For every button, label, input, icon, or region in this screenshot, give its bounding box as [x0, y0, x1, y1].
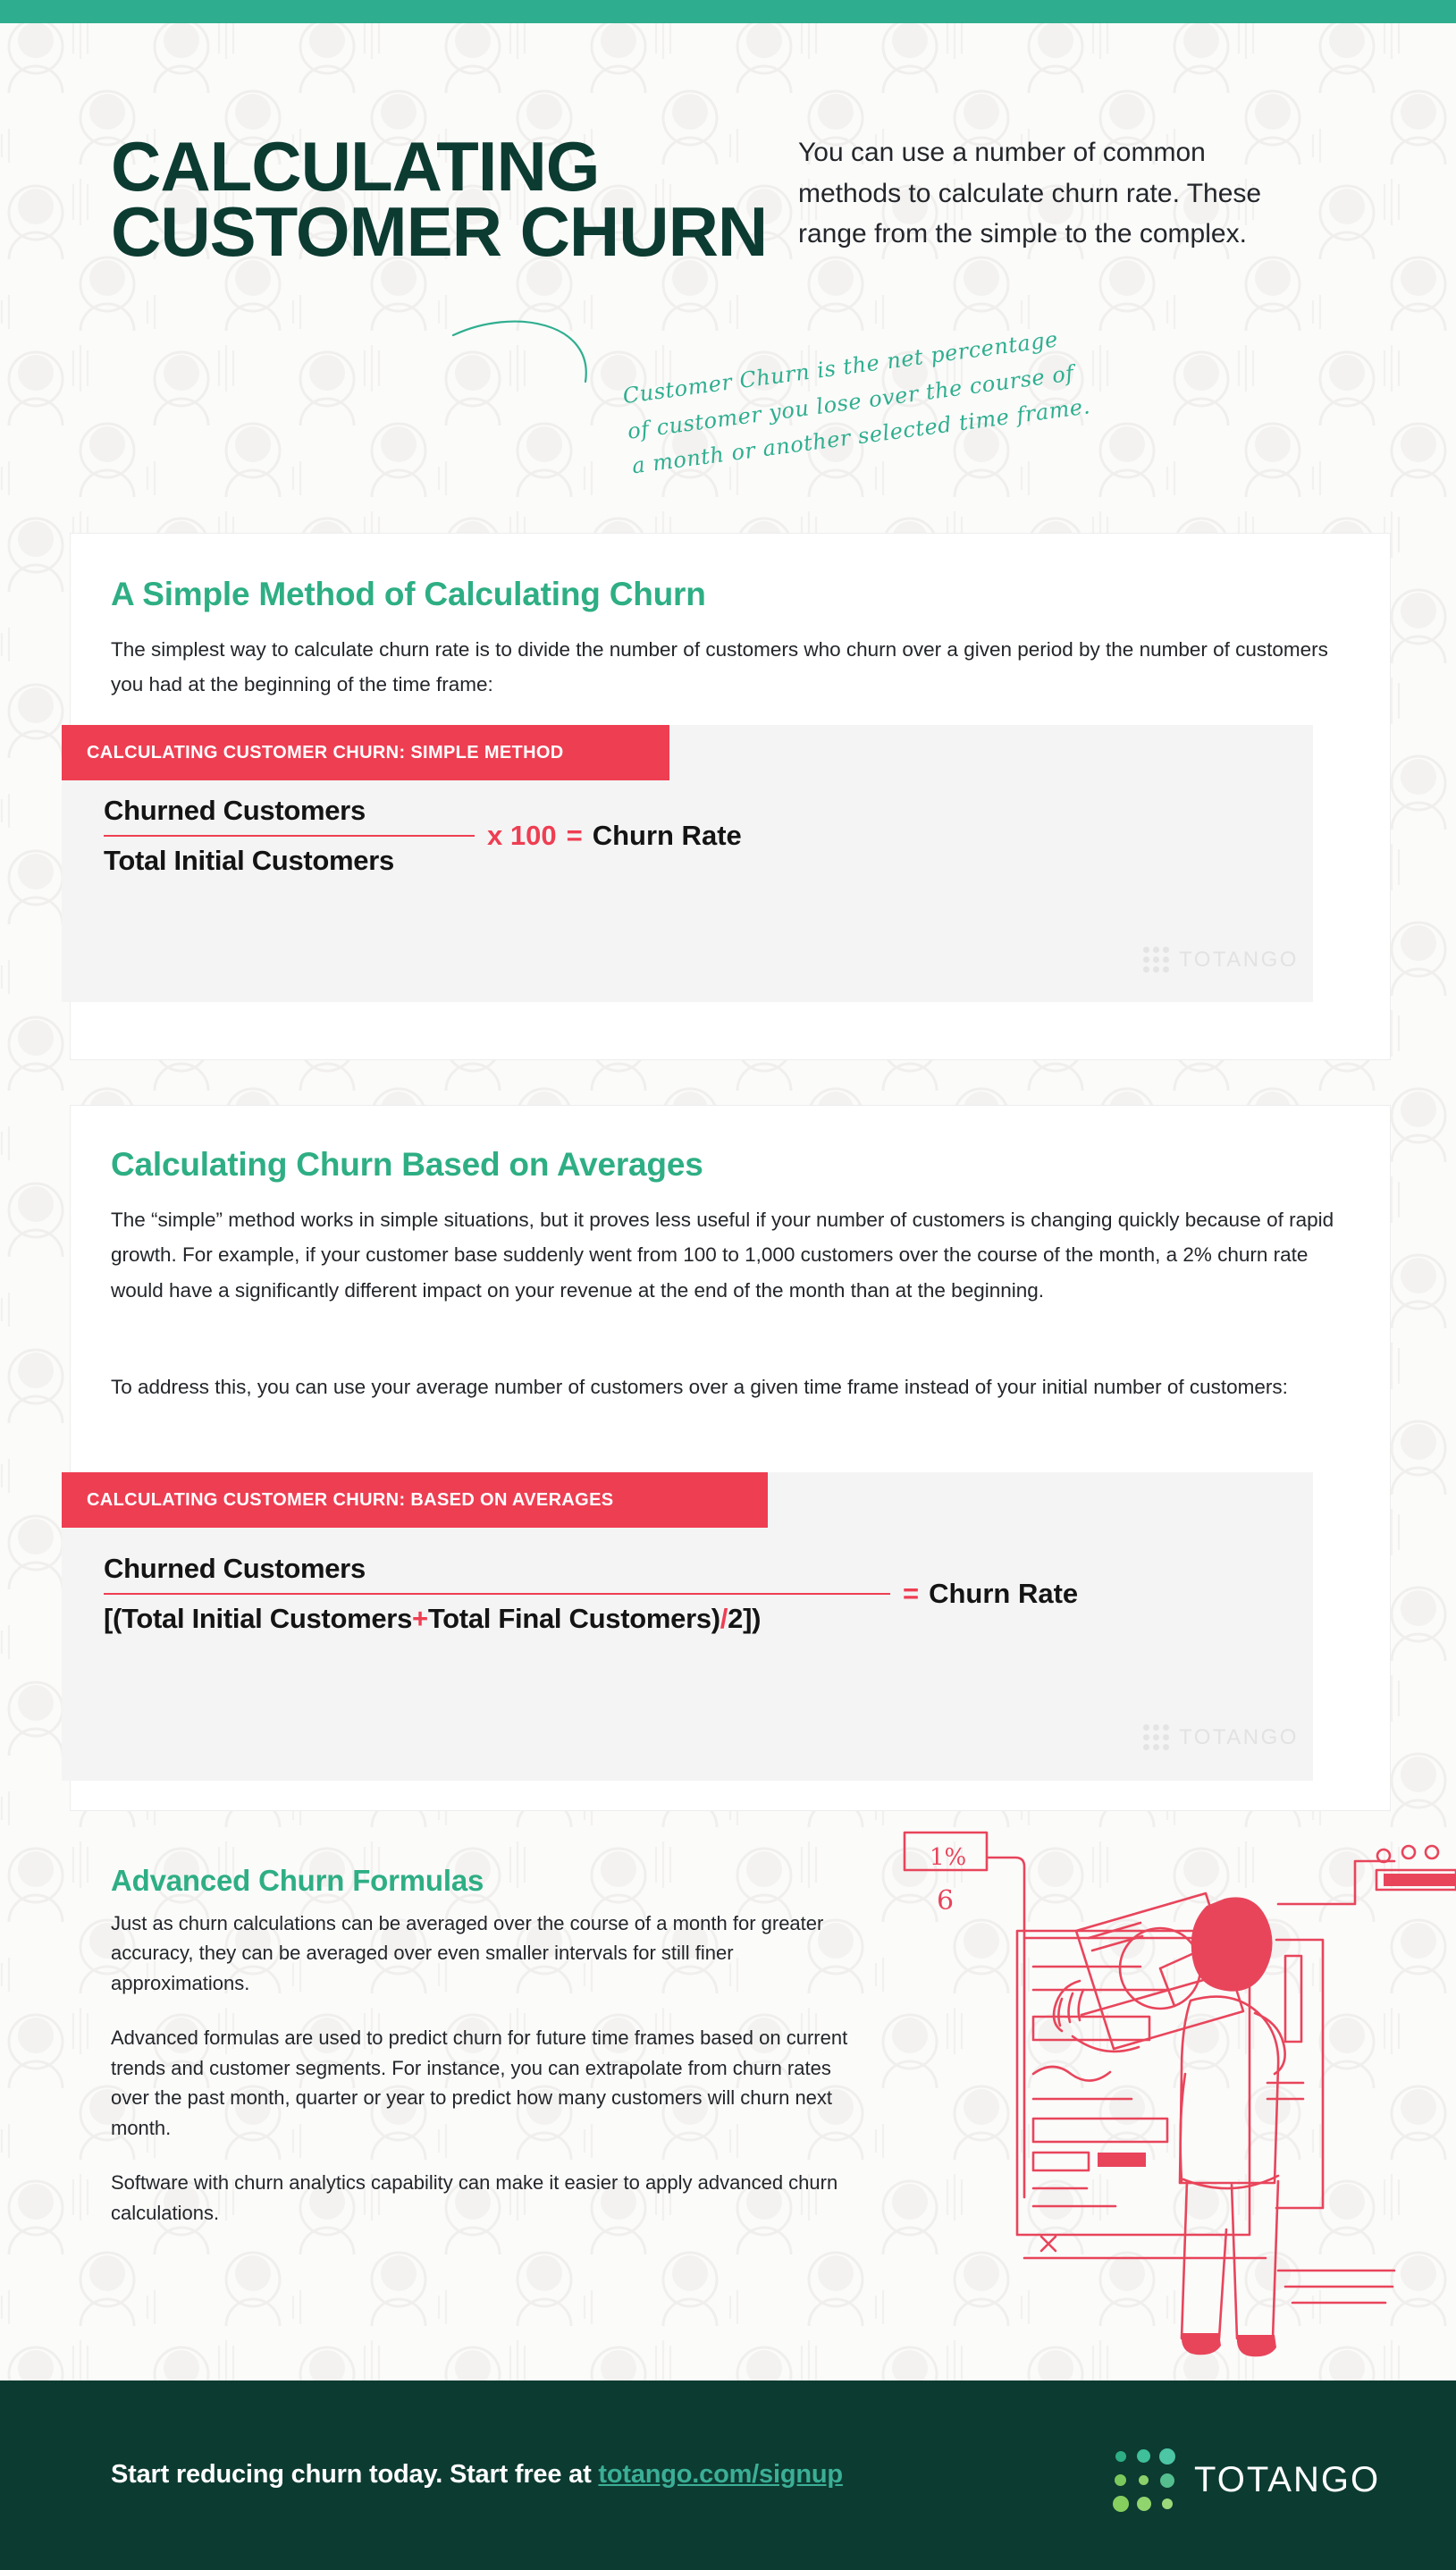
card-based-on-averages: Calculating Churn Based on Averages The … — [62, 1105, 1391, 1811]
denominator-mid: Total Final Customers) — [427, 1603, 720, 1634]
section-title-simple: A Simple Method of Calculating Churn — [111, 576, 706, 612]
formula-equals: = — [903, 1578, 920, 1609]
illustration-number-label: 6 — [937, 1885, 954, 1917]
advanced-paragraph-2: Advanced formulas are used to predict ch… — [111, 2027, 848, 2139]
fraction-denominator: Total Initial Customers — [104, 845, 394, 876]
section-body-averages-1: The “simple” method works in simple situ… — [111, 1209, 1334, 1302]
fraction-bar — [104, 1593, 890, 1595]
curved-arrow-icon — [451, 320, 587, 383]
formula-tag-simple: CALCULATING CUSTOMER CHURN: SIMPLE METHO… — [62, 725, 669, 780]
footer-cta-text: Start reducing churn today. Start free a… — [111, 2460, 599, 2489]
denominator-slash: / — [720, 1603, 728, 1634]
formula-tag-averages: CALCULATING CUSTOMER CHURN: BASED ON AVE… — [62, 1472, 768, 1528]
watermark-dots-icon — [1143, 1724, 1169, 1750]
fraction-denominator: [(Total Initial Customers+Total Final Cu… — [104, 1603, 761, 1635]
watermark-text: TOTANGO — [1179, 1724, 1299, 1749]
formula-multiplier: x 100 — [487, 820, 557, 851]
watermark-dots-icon — [1143, 947, 1169, 973]
section-body-averages-2: To address this, you can use your averag… — [111, 1376, 1288, 1398]
person-holding-report-illustration: 1% 6 — [903, 1831, 1456, 2357]
card-simple-method: A Simple Method of Calculating Churn The… — [62, 533, 1391, 1060]
section-body-simple: The simplest way to calculate churn rate… — [111, 638, 1328, 696]
footer-cta: Start reducing churn today. Start free a… — [111, 2460, 843, 2490]
section-title-averages: Calculating Churn Based on Averages — [111, 1146, 703, 1183]
watermark-logo-averages: TOTANGO — [1143, 1724, 1299, 1750]
section-advanced-formulas: Advanced Churn Formulas Just as churn ca… — [111, 1864, 862, 2253]
denominator-plus: + — [412, 1603, 428, 1634]
fraction-numerator: Churned Customers — [104, 795, 366, 826]
illustration-percent-label: 1% — [930, 1844, 966, 1871]
denominator-open: [(Total Initial Customers — [104, 1603, 413, 1634]
fraction-bar — [104, 835, 475, 837]
totango-wordmark: TOTANGO — [1194, 2460, 1381, 2499]
section-title-advanced: Advanced Churn Formulas — [111, 1864, 484, 1897]
formula-simple: Churned Customers Total Initial Customer… — [104, 795, 742, 877]
intro-paragraph: You can use a number of common methods t… — [798, 138, 1262, 249]
formula-result: Churn Rate — [929, 1578, 1079, 1609]
formula-tail: x 100 = Churn Rate — [487, 820, 742, 852]
watermark-logo-simple: TOTANGO — [1143, 947, 1299, 973]
formula-result: Churn Rate — [592, 820, 742, 851]
fraction-stack: Churned Customers Total Initial Customer… — [104, 795, 475, 877]
page-title: CALCULATING CUSTOMER CHURN — [111, 127, 768, 272]
watermark-text: TOTANGO — [1179, 947, 1299, 972]
footer-signup-link[interactable]: totango.com/signup — [598, 2460, 843, 2489]
fraction-numerator: Churned Customers — [104, 1553, 366, 1584]
fraction-stack: Churned Customers [(Total Initial Custom… — [104, 1553, 890, 1635]
totango-dots-icon — [1113, 2448, 1175, 2512]
denominator-close: 2]) — [728, 1603, 762, 1634]
footer-brand-logo: TOTANGO — [1113, 2448, 1380, 2512]
infographic-page: CALCULATING CUSTOMER CHURN You can use a… — [0, 0, 1456, 2570]
footer-bar: Start reducing churn today. Start free a… — [0, 2380, 1456, 2570]
advanced-paragraph-3: Software with churn analytics capability… — [111, 2171, 838, 2224]
formula-tail: = Churn Rate — [903, 1578, 1078, 1610]
formula-equals: = — [566, 820, 583, 851]
formula-averages: Churned Customers [(Total Initial Custom… — [104, 1553, 1078, 1635]
top-accent-bar — [0, 0, 1456, 23]
advanced-paragraph-1: Just as churn calculations can be averag… — [111, 1912, 824, 1994]
